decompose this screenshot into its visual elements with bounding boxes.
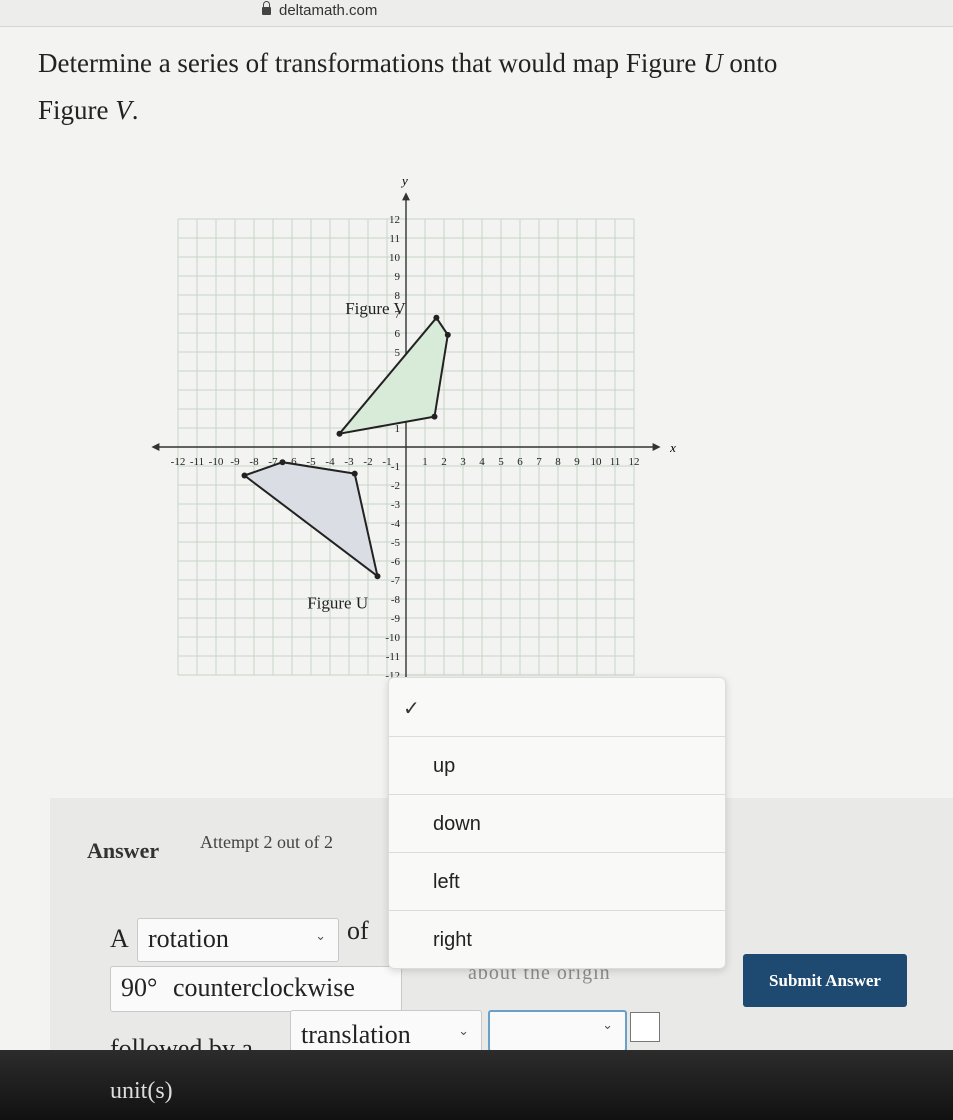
x-tick-label: 2 [441, 456, 447, 468]
y-tick-label: 5 [395, 347, 401, 359]
y-tick-label: -5 [391, 537, 401, 549]
x-tick-label: -11 [190, 456, 204, 468]
x-tick-label: 12 [629, 456, 640, 468]
y-tick-label: -2 [391, 480, 400, 492]
y-axis-label: y [400, 173, 408, 188]
y-tick-label: -10 [385, 632, 400, 644]
x-tick-label: 7 [536, 456, 542, 468]
dropdown-option-up[interactable]: up [389, 736, 725, 794]
y-tick-label: 9 [395, 271, 401, 283]
a-label: A [110, 924, 129, 953]
y-tick-label: 12 [389, 214, 400, 226]
x-tick-label: -8 [249, 456, 259, 468]
x-axis-arrow [652, 443, 661, 451]
chevron-down-icon: ⌄ [602, 1018, 613, 1033]
x-tick-label: -12 [171, 456, 186, 468]
y-tick-label: 11 [389, 233, 400, 245]
y-tick-label: -9 [391, 613, 401, 625]
dropdown-option-down[interactable]: down [389, 794, 725, 852]
y-tick-label: 6 [395, 328, 401, 340]
x-tick-label: -2 [363, 456, 372, 468]
option-label: down [433, 813, 481, 835]
x-tick-label: -10 [209, 456, 224, 468]
chevron-down-icon: ⌄ [315, 929, 326, 944]
transform1-select[interactable]: rotation ⌄ [137, 918, 339, 962]
dropdown-option-left[interactable]: left [389, 852, 725, 910]
direction-value: counterclockwise [173, 973, 355, 1002]
dropdown-option-right[interactable]: right [389, 910, 725, 968]
option-label: right [433, 929, 472, 951]
transform1-value: rotation [148, 924, 229, 953]
y-axis-arrow [402, 192, 410, 201]
angle-value: 90° [121, 973, 158, 1002]
x-tick-label: -9 [230, 456, 240, 468]
chevron-down-icon: ⌄ [458, 1024, 469, 1039]
x-axis-arrow-left [151, 443, 160, 451]
units-label: unit(s) [110, 1078, 173, 1104]
x-axis-label: x [669, 440, 676, 455]
x-tick-label: -3 [344, 456, 354, 468]
y-tick-label: -6 [391, 556, 401, 568]
x-tick-label: 4 [479, 456, 485, 468]
figure-v-vertex [444, 331, 451, 338]
y-tick-label: 10 [389, 252, 401, 264]
x-tick-label: 11 [610, 456, 621, 468]
figure-v-vertex [336, 430, 343, 437]
x-tick-label: -4 [325, 456, 335, 468]
x-tick-label: 5 [498, 456, 504, 468]
transform2-value: translation [301, 1020, 411, 1049]
option-label: up [433, 755, 456, 777]
x-tick-label: 1 [422, 456, 428, 468]
rotation-amount-select[interactable]: 90° counterclockwise [110, 966, 402, 1012]
figure-u-label: Figure U [307, 594, 368, 613]
dropdown-blank-option[interactable]: ✓ [389, 678, 725, 735]
x-tick-label: 6 [517, 456, 523, 468]
direction-dropdown-menu: ✓ up down left right [388, 677, 726, 969]
figure-u-vertex [351, 470, 358, 477]
y-tick-label: -3 [391, 499, 401, 511]
x-tick-label: 8 [555, 456, 561, 468]
submit-answer-button[interactable]: Submit Answer [743, 954, 907, 1007]
figure-v-vertex [433, 314, 440, 321]
checkmark-icon: ✓ [403, 696, 420, 720]
y-tick-label: -11 [386, 651, 400, 663]
y-tick-label: -4 [391, 518, 401, 530]
figure-u-vertex [241, 472, 248, 479]
y-tick-label: -1 [391, 461, 400, 473]
attempt-counter: Attempt 2 out of 2 [200, 832, 333, 852]
option-label: left [433, 871, 460, 893]
figure-v-label: Figure V [345, 299, 406, 318]
figure-u-vertex [279, 459, 286, 466]
x-tick-label: 9 [574, 456, 580, 468]
x-tick-label: 10 [591, 456, 603, 468]
direction-select[interactable]: ⌄ [488, 1010, 627, 1052]
y-tick-label: -7 [391, 575, 401, 587]
y-tick-label: 1 [395, 423, 401, 435]
figure-u-vertex [374, 573, 381, 580]
figure-v-vertex [431, 413, 438, 420]
of-label: of [347, 916, 369, 945]
x-tick-label: 3 [460, 456, 466, 468]
units-input-box[interactable] [630, 1012, 660, 1042]
answer-title: Answer [87, 838, 160, 863]
y-tick-label: -8 [391, 594, 401, 606]
